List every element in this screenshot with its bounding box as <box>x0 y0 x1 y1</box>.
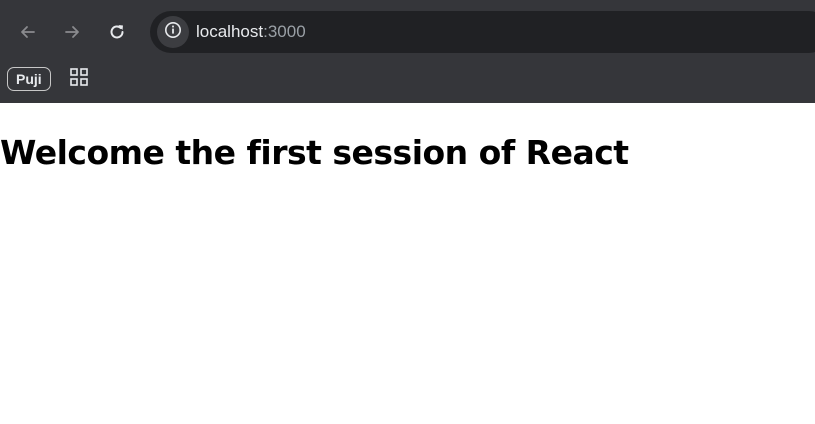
browser-chrome: localhost:3000 Puji <box>0 0 815 103</box>
bookmarks-bar: Puji <box>0 61 815 103</box>
url-port: :3000 <box>263 22 306 41</box>
apps-grid-icon <box>69 67 89 92</box>
arrow-left-icon <box>18 22 38 42</box>
forward-button[interactable] <box>58 18 86 46</box>
url-text[interactable]: localhost:3000 <box>196 22 306 42</box>
page-heading: Welcome the first session of React <box>0 133 629 172</box>
address-bar[interactable]: localhost:3000 <box>150 11 815 53</box>
bookmark-puji[interactable]: Puji <box>7 67 51 91</box>
reload-icon <box>107 22 127 42</box>
back-button[interactable] <box>14 18 42 46</box>
arrow-right-icon <box>62 22 82 42</box>
apps-button[interactable] <box>68 67 90 92</box>
site-info-button[interactable] <box>157 16 189 48</box>
info-icon <box>164 21 182 44</box>
reload-button[interactable] <box>103 18 131 46</box>
browser-toolbar: localhost:3000 <box>0 0 815 61</box>
page-content: Welcome the first session of React <box>0 103 815 424</box>
url-host: localhost <box>196 22 264 41</box>
